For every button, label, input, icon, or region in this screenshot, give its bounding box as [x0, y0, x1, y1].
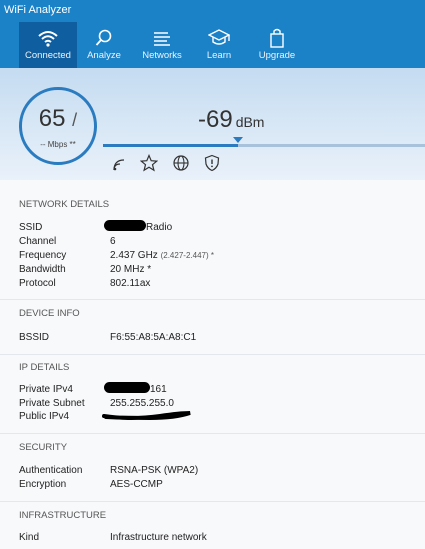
magnifier-icon: [95, 29, 112, 46]
kind-value[interactable]: Infrastructure network: [110, 532, 207, 543]
speed-gauge: 65 / -- Mbps **: [19, 87, 97, 165]
encryption-value[interactable]: AES-CCMP: [110, 479, 163, 490]
list-icon: [154, 32, 170, 46]
private-ipv4-label: Private IPv4: [19, 384, 73, 395]
divider: [0, 354, 425, 355]
speed-slash: /: [72, 110, 78, 130]
graduation-cap-icon: [208, 29, 230, 45]
private-subnet-label: Private Subnet: [19, 398, 85, 409]
encryption-label: Encryption: [19, 479, 67, 490]
bssid-value[interactable]: F6:55:A8:5A:A8:C1: [110, 332, 196, 343]
protocol-value[interactable]: 802.11ax: [110, 278, 150, 289]
redaction-scribble: [102, 411, 191, 421]
globe-icon[interactable]: [172, 154, 190, 172]
window-title: WiFi Analyzer: [4, 4, 72, 16]
signal-strength-bar: [103, 144, 425, 147]
star-icon[interactable]: [140, 154, 158, 172]
divider: [0, 433, 425, 434]
shield-icon[interactable]: [203, 154, 221, 172]
details-panel: NETWORK DETAILS SSID Radio Channel 6 Fre…: [0, 180, 425, 549]
tab-analyze[interactable]: Analyze: [80, 22, 128, 68]
section-ip-details: IP DETAILS: [19, 362, 70, 373]
signal-strength-fill: [103, 144, 239, 147]
divider: [0, 501, 425, 502]
authentication-label: Authentication: [19, 465, 83, 476]
tab-connected[interactable]: Connected: [19, 22, 77, 68]
signal-unit: dBm: [235, 114, 265, 130]
tab-networks[interactable]: Networks: [134, 22, 190, 68]
speed-units: -- Mbps **: [40, 140, 76, 149]
bandwidth-value[interactable]: 20 MHz *: [110, 264, 151, 275]
ssid-value[interactable]: Radio: [146, 222, 172, 233]
signal-readout: -69 dBm: [198, 106, 264, 134]
protocol-label: Protocol: [19, 278, 56, 289]
bandwidth-label: Bandwidth: [19, 264, 66, 275]
section-infrastructure: INFRASTRUCTURE: [19, 510, 107, 521]
frequency-label: Frequency: [19, 250, 67, 261]
redaction-mark: [104, 220, 146, 231]
tab-learn[interactable]: Learn: [196, 22, 242, 68]
frequency-main: 2.437 GHz: [110, 250, 158, 261]
tab-label: Learn: [206, 50, 232, 61]
tab-label: Analyze: [87, 50, 121, 61]
frequency-range: (2.427-2.447) *: [160, 251, 214, 260]
wifi-signal-icon[interactable]: [112, 154, 130, 172]
ssid-label: SSID: [19, 222, 43, 233]
connection-summary: 65 / -- Mbps ** -69 dBm: [0, 68, 425, 180]
bssid-label: BSSID: [19, 332, 50, 343]
frequency-value[interactable]: 2.437 GHz (2.427-2.447) *: [110, 250, 214, 261]
wifi-icon: [38, 31, 58, 47]
kind-label: Kind: [19, 532, 40, 543]
channel-value[interactable]: 6: [110, 236, 116, 247]
tab-label: Upgrade: [258, 50, 296, 61]
divider: [0, 299, 425, 300]
signal-marker-icon: [233, 137, 244, 143]
tab-label: Networks: [142, 50, 182, 61]
channel-label: Channel: [19, 236, 57, 247]
shopping-bag-icon: [270, 28, 284, 48]
redaction-mark: [104, 382, 150, 393]
authentication-value[interactable]: RSNA-PSK (WPA2): [110, 465, 198, 476]
tab-upgrade[interactable]: Upgrade: [252, 22, 302, 68]
section-network-details: NETWORK DETAILS: [19, 199, 110, 210]
speed-value: 65: [38, 105, 66, 132]
private-ipv4-value[interactable]: 161: [150, 384, 167, 395]
signal-value: -69: [198, 106, 233, 133]
tab-label: Connected: [25, 50, 71, 61]
speed-readout: 65 /: [22, 105, 94, 133]
top-navigation: Connected Analyze Networks Learn Upgrade: [0, 22, 425, 68]
section-security: SECURITY: [19, 442, 68, 453]
title-bar: WiFi Analyzer: [0, 0, 425, 22]
public-ipv4-label: Public IPv4: [19, 411, 70, 422]
section-device-info: DEVICE INFO: [19, 308, 80, 319]
